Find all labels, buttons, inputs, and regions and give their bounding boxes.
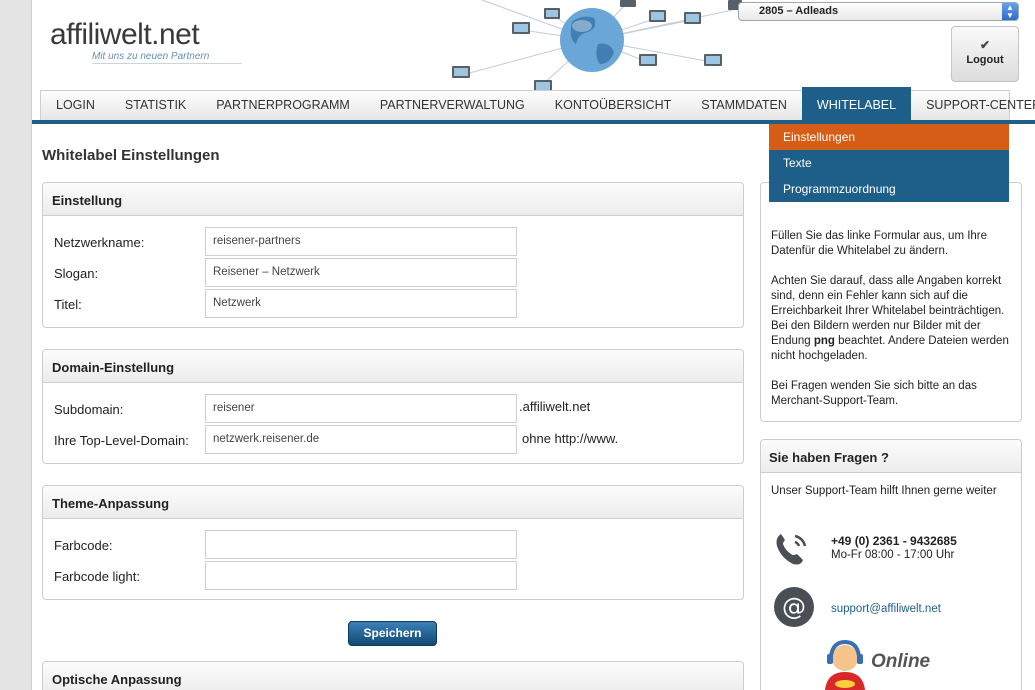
panel-heading: Einstellung	[43, 183, 743, 216]
main-nav: LOGIN STATISTIK PARTNERPROGRAMM PARTNERV…	[40, 87, 1035, 121]
nav-whitelabel[interactable]: WHITELABEL	[801, 87, 912, 121]
svg-text:@: @	[782, 593, 806, 621]
netzwerkname-input[interactable]: reisener-partners	[205, 227, 517, 256]
form-row-subdomain: Subdomain: reisener .affiliwelt.net	[43, 394, 743, 424]
form-row-farbcode-light: Farbcode light:	[43, 561, 743, 591]
panel-theme-anpassung: Theme-Anpassung Farbcode: Farbcode light…	[42, 485, 744, 600]
online-chat-badge[interactable]: Online	[821, 638, 951, 690]
panel-domain-einstellung: Domain-Einstellung Subdomain: reisener .…	[42, 349, 744, 464]
nav-login[interactable]: LOGIN	[41, 91, 110, 120]
logo[interactable]: affiliwelt.net Mit uns zu neuen Partnern	[50, 16, 250, 68]
subdomain-suffix: .affiliwelt.net	[519, 399, 591, 414]
field-label: Titel:	[54, 297, 82, 312]
form-row-farbcode: Farbcode:	[43, 530, 743, 560]
page: affiliwelt.net Mit uns zu neuen Partnern	[31, 0, 1035, 690]
support-email-link[interactable]: support@affiliwelt.net	[831, 603, 941, 615]
field-label: Subdomain:	[54, 402, 124, 417]
nav-partnerverwaltung[interactable]: PARTNERVERWALTUNG	[365, 91, 540, 120]
logout-label: Logout	[966, 54, 1004, 66]
form-row-slogan: Slogan: Reisener – Netzwerk	[43, 258, 743, 288]
nav-stammdaten[interactable]: STAMMDATEN	[686, 91, 802, 120]
field-label: Ihre Top-Level-Domain:	[54, 433, 189, 448]
support-hours: Mo-Fr 08:00 - 17:00 Uhr	[831, 549, 955, 561]
logout-button[interactable]: ✔ Logout	[951, 26, 1019, 82]
support-phone[interactable]: +49 (0) 2361 - 9432685	[831, 534, 957, 548]
support-agent-icon	[825, 639, 865, 690]
titel-input[interactable]: Netzwerk	[205, 289, 517, 318]
online-status: Online	[871, 651, 931, 672]
sidebar-support-box: Sie haben Fragen ? Unser Support-Team hi…	[760, 439, 1022, 690]
field-label: Netzwerkname:	[54, 235, 145, 250]
farbcode-input[interactable]	[205, 530, 517, 559]
whitelabel-submenu: Einstellungen Texte Programmzuordnung	[769, 124, 1009, 202]
top-level-domain-input[interactable]: netzwerk.reisener.de	[205, 425, 517, 454]
panel-optische-anpassung: Optische Anpassung	[42, 661, 744, 690]
network-globe-illustration	[452, 0, 742, 92]
account-select-value: 2805 – Adleads	[759, 5, 839, 17]
page-title: Whitelabel Einstellungen	[42, 147, 220, 164]
nav-kontouebersicht[interactable]: KONTOÜBERSICHT	[540, 91, 686, 120]
slogan-input[interactable]: Reisener – Netzwerk	[205, 258, 517, 287]
account-select[interactable]: 2805 – Adleads ▲ ▼	[738, 2, 1019, 21]
nav-statistik[interactable]: STATISTIK	[110, 91, 201, 120]
subdomain-input[interactable]: reisener	[205, 394, 517, 423]
logo-underline	[92, 63, 242, 64]
form-row-top-level-domain: Ihre Top-Level-Domain: netzwerk.reisener…	[43, 425, 743, 455]
email-at-icon: @	[774, 587, 814, 627]
panel-heading: Domain-Einstellung	[43, 350, 743, 383]
info-text-2-bold: png	[813, 335, 835, 347]
submenu-programmzuordnung[interactable]: Programmzuordnung	[769, 176, 1009, 202]
logo-slogan: Mit uns zu neuen Partnern	[92, 51, 210, 62]
save-button[interactable]: Speichern	[348, 621, 437, 646]
phone-icon	[776, 534, 807, 565]
panel-heading: Optische Anpassung	[43, 662, 743, 690]
form-row-titel: Titel: Netzwerk	[43, 289, 743, 319]
farbcode-light-input[interactable]	[205, 561, 517, 590]
nav-support-center[interactable]: SUPPORT-CENTER	[911, 91, 1035, 120]
field-label: Farbcode:	[54, 538, 113, 553]
support-heading: Sie haben Fragen ?	[761, 440, 1021, 473]
tld-hint: ohne http://www.	[522, 431, 619, 446]
support-intro: Unser Support-Team hilft Ihnen gerne wei…	[771, 485, 997, 497]
logo-text: affiliwelt.net	[50, 18, 200, 51]
panel-einstellung: Einstellung Netzwerkname: reisener-partn…	[42, 182, 744, 328]
info-text-2: Achten Sie darauf, dass alle Angaben kor…	[761, 274, 1021, 364]
panel-heading: Theme-Anpassung	[43, 486, 743, 519]
field-label: Slogan:	[54, 266, 99, 281]
form-row-netzwerkname: Netzwerkname: reisener-partners	[43, 227, 743, 257]
info-text-1: Füllen Sie das linke Formular aus, um Ih…	[771, 230, 988, 257]
sidebar-info-box: Füllen Sie das linke Formular aus, um Ih…	[760, 182, 1022, 422]
info-text-3: Bei Fragen wenden Sie sich bitte an das …	[771, 380, 977, 407]
select-arrows-icon: ▲ ▼	[1002, 3, 1018, 20]
nav-partnerprogramm[interactable]: PARTNERPROGRAMM	[201, 91, 365, 120]
checkmark-icon: ✔	[979, 38, 991, 52]
submenu-einstellungen[interactable]: Einstellungen	[769, 124, 1009, 150]
submenu-texte[interactable]: Texte	[769, 150, 1009, 176]
field-label: Farbcode light:	[54, 569, 140, 584]
